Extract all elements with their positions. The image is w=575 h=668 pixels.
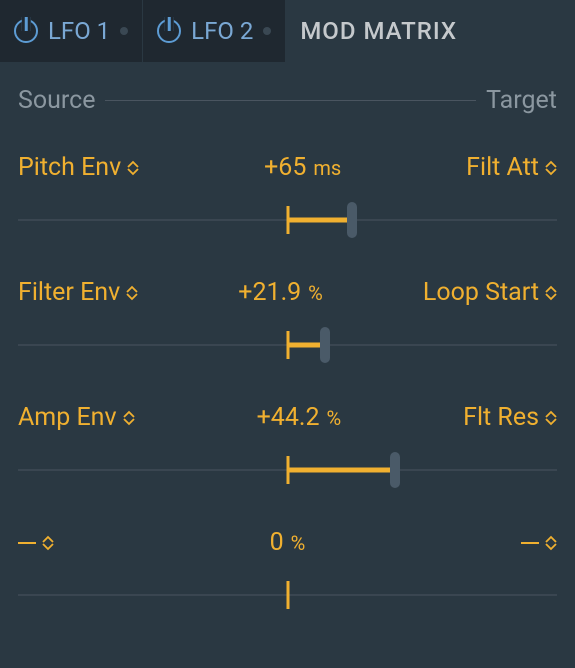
value-unit: % [322,406,342,430]
indicator-dot [120,27,128,35]
mod-row: Filter Env +21.9 % Loop Start [18,278,557,365]
indicator-dot [263,27,271,35]
value-display[interactable]: +44.2 % [135,403,464,432]
tab-lfo1[interactable]: LFO 1 [0,0,143,62]
updown-icon [123,410,135,426]
value-number: +21.9 [238,278,301,307]
header-divider [105,100,476,101]
power-icon[interactable] [157,19,181,43]
target-dropdown[interactable]: Flt Res [463,403,557,432]
empty-dash [18,542,36,544]
target-label: Flt Res [463,403,539,432]
source-dropdown[interactable] [18,535,54,551]
empty-dash [521,542,539,544]
source-header: Source [18,86,95,115]
updown-icon [126,285,138,301]
target-label: Loop Start [423,278,539,307]
value-number: +44.2 [257,403,320,432]
slider-handle[interactable] [347,202,357,238]
target-label: Filt Att [466,153,539,182]
tab-label: LFO 1 [48,17,110,45]
tab-mod-matrix[interactable]: MOD MATRIX [286,0,575,62]
slider-handle[interactable] [390,452,400,488]
target-dropdown[interactable]: Filt Att [466,153,557,182]
mod-row: Pitch Env +65 ms Filt Att [18,153,557,240]
tab-label: LFO 2 [191,17,253,45]
slider-center-tick [286,581,289,609]
value-unit: % [303,281,323,305]
value-number: +65 [264,153,306,182]
tab-label: MOD MATRIX [300,17,457,45]
target-dropdown[interactable]: Loop Start [423,278,557,307]
power-icon[interactable] [14,19,38,43]
target-dropdown[interactable] [521,535,557,551]
source-dropdown[interactable]: Filter Env [18,278,138,307]
source-label: Amp Env [18,403,117,432]
updown-icon [545,160,557,176]
updown-icon [545,410,557,426]
amount-slider[interactable] [18,575,557,615]
amount-slider[interactable] [18,325,557,365]
amount-slider[interactable] [18,200,557,240]
value-unit: ms [308,156,341,180]
mod-row: Amp Env +44.2 % Flt Res [18,403,557,490]
updown-icon [127,160,139,176]
slider-fill [288,218,353,223]
value-display[interactable]: +65 ms [139,153,466,182]
value-number: 0 [270,528,284,557]
source-dropdown[interactable]: Pitch Env [18,153,139,182]
target-header: Target [486,86,557,115]
slider-fill [288,468,396,473]
mod-row: 0 % [18,528,557,615]
value-display[interactable]: 0 % [54,528,521,557]
updown-icon [545,535,557,551]
value-unit: % [286,531,306,555]
value-display[interactable]: +21.9 % [138,278,423,307]
updown-icon [545,285,557,301]
source-label: Pitch Env [18,153,121,182]
updown-icon [42,535,54,551]
source-dropdown[interactable]: Amp Env [18,403,135,432]
source-label: Filter Env [18,278,120,307]
tab-lfo2[interactable]: LFO 2 [143,0,286,62]
slider-handle[interactable] [320,327,330,363]
amount-slider[interactable] [18,450,557,490]
